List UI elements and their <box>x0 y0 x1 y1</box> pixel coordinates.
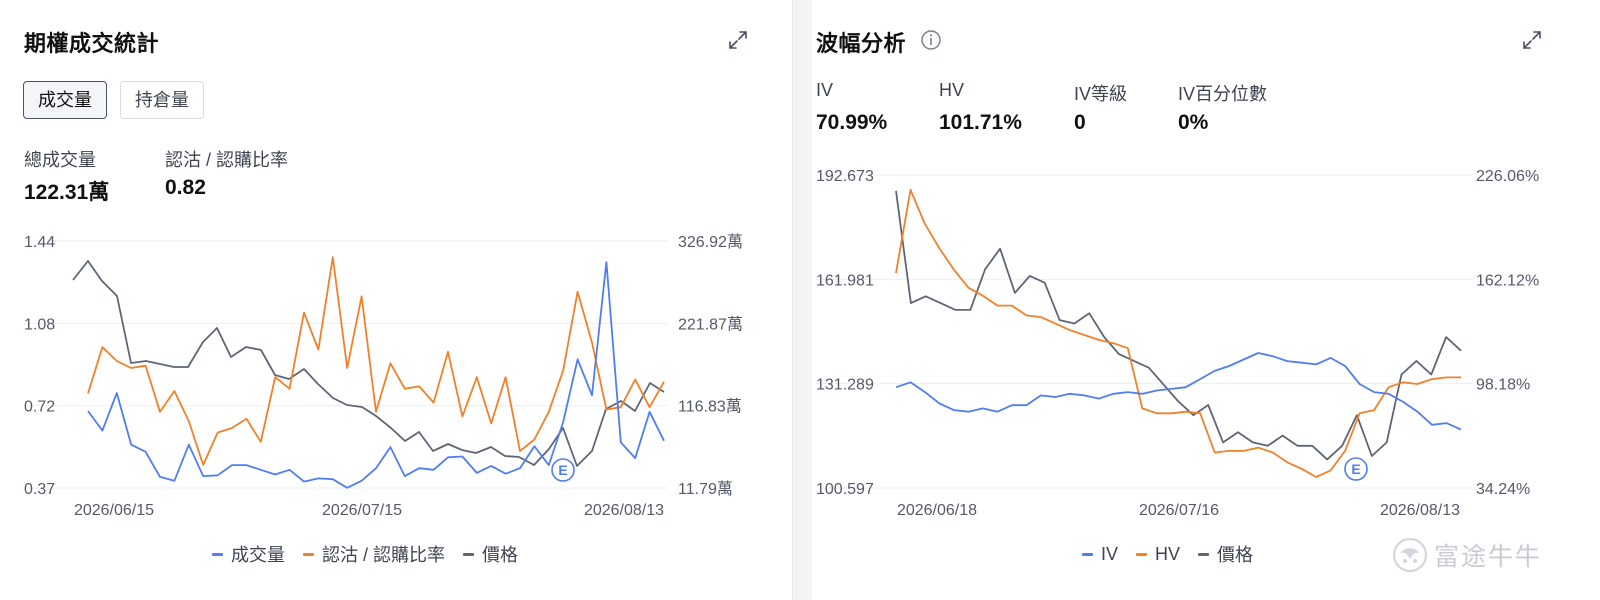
left-axis-tick: 100.597 <box>816 481 874 498</box>
left-axis-tick: 0.37 <box>24 481 55 498</box>
right-axis-tick: 34.24% <box>1476 481 1530 498</box>
legend-iv[interactable]: IV <box>1082 544 1118 565</box>
x-axis-tick: 2026/08/13 <box>1380 502 1460 519</box>
right-axis-tick: 162.12% <box>1476 272 1539 289</box>
earnings-marker-icon[interactable]: E <box>1344 457 1368 481</box>
x-axis-tick: 2026/08/13 <box>584 502 664 519</box>
panel-divider <box>792 0 812 600</box>
earnings-marker-icon[interactable]: E <box>551 458 575 482</box>
right-axis-tick: 326.92萬 <box>678 233 743 251</box>
left-axis-tick: 161.981 <box>816 272 874 289</box>
left-axis-tick: 1.08 <box>24 316 55 333</box>
volatility-chart: 192.673 226.06% 161.981 162.12% 131.289 98.18… <box>816 168 1539 519</box>
legend-put-call-ratio[interactable]: 認沽 / 認購比率 <box>303 541 445 567</box>
x-axis-tick: 2026/07/15 <box>322 502 402 519</box>
series-line <box>72 260 665 467</box>
options-volume-panel: 期權成交統計 成交量 持倉量 總成交量 122.31萬 認沽 / 認購比率 0.… <box>0 0 792 600</box>
right-axis-tick: 98.18% <box>1476 377 1530 394</box>
futu-logo-icon <box>1392 537 1428 573</box>
series-line <box>895 352 1462 431</box>
left-axis-tick: 1.44 <box>24 234 55 251</box>
chart-legend: IV HV 價格 <box>1082 541 1253 567</box>
left-axis-tick: 0.72 <box>24 399 55 416</box>
legend-volume[interactable]: 成交量 <box>212 541 285 567</box>
x-axis-tick: 2026/06/18 <box>897 502 977 519</box>
series-line <box>895 188 1461 478</box>
right-axis-tick: 11.79萬 <box>678 480 733 498</box>
watermark-text: 富途牛牛 <box>1434 543 1543 571</box>
series-line <box>895 190 1462 461</box>
svg-text:E: E <box>1351 461 1360 477</box>
legend-price[interactable]: 價格 <box>463 541 518 567</box>
legend-price[interactable]: 價格 <box>1198 541 1253 567</box>
right-axis-tick: 226.06% <box>1476 168 1539 185</box>
volatility-panel: 波幅分析 IV 70.99% HV 101.71% IV等級 0 IV百分位數 … <box>812 0 1600 600</box>
x-axis-tick: 2026/07/16 <box>1139 502 1219 519</box>
right-axis-tick: 116.83萬 <box>678 398 742 416</box>
x-axis-tick: 2026/06/15 <box>74 502 154 519</box>
left-axis-tick: 192.673 <box>816 168 874 185</box>
right-axis-tick: 221.87萬 <box>678 315 743 333</box>
legend-hv[interactable]: HV <box>1136 544 1180 565</box>
svg-text:E: E <box>558 462 567 478</box>
left-axis-tick: 131.289 <box>816 377 874 394</box>
chart-legend: 成交量 認沽 / 認購比率 價格 <box>212 541 518 567</box>
options-volume-chart: 1.44 326.92萬 1.08 221.87萬 0.72 116.83萬 0.37 11.… <box>24 233 743 519</box>
